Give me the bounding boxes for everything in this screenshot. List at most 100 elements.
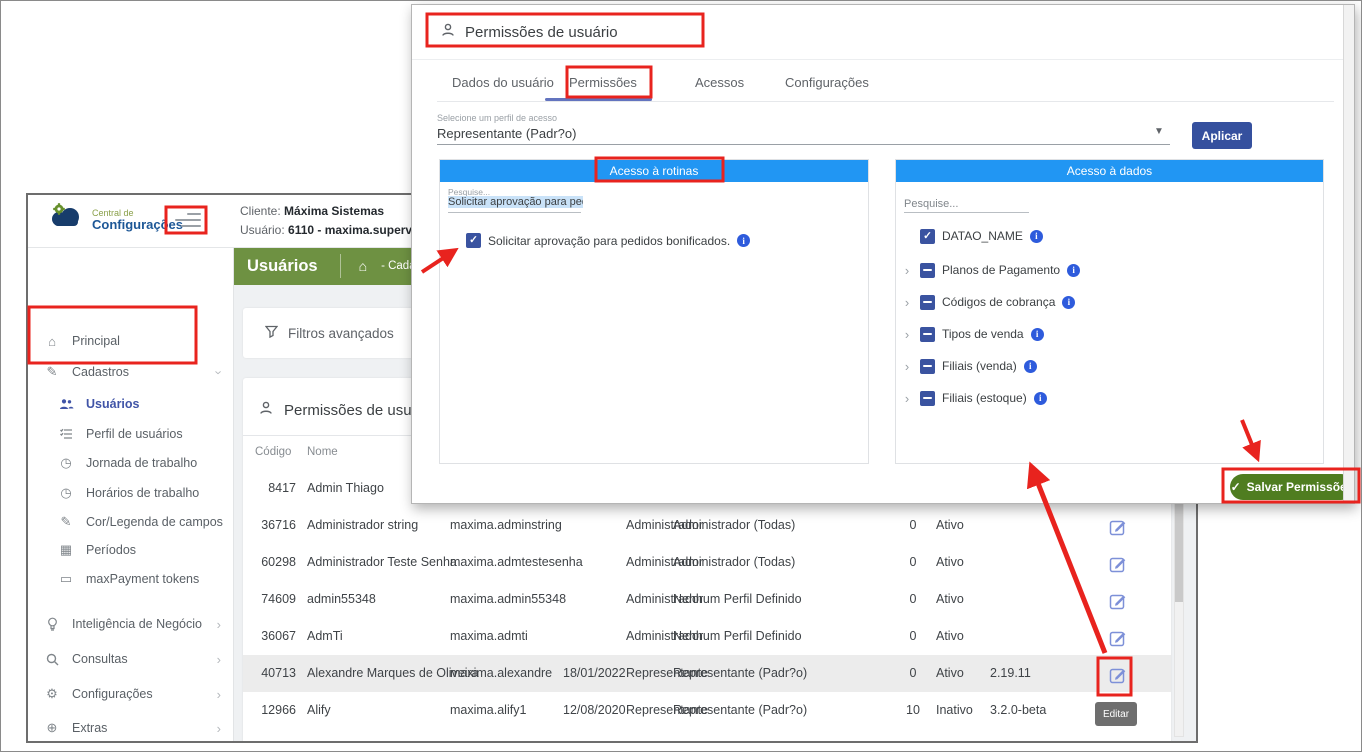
sidebar-item-inteligencia-de-negocio[interactable]: Inteligência de Negócio ›: [28, 611, 233, 637]
column-header-nome: Nome: [307, 446, 338, 458]
info-icon[interactable]: i: [1034, 392, 1047, 405]
sidebar-item-maxpayment-tokens[interactable]: ▭ maxPayment tokens: [28, 566, 233, 592]
logo-line1: Central de: [92, 208, 183, 218]
sidebar-item-cadastros[interactable]: ✎ Cadastros ›: [28, 359, 233, 385]
chevron-right-icon[interactable]: ›: [901, 263, 913, 278]
profile-select[interactable]: Representante (Padr?o): [437, 126, 576, 141]
sidebar-item-perfil-de-usuarios[interactable]: Perfil de usuários: [28, 421, 233, 447]
tab-dados-do-usuario[interactable]: Dados do usuário: [452, 75, 554, 99]
chevron-right-icon: ›: [217, 652, 221, 667]
info-icon[interactable]: i: [1031, 328, 1044, 341]
edit-row-button[interactable]: [1109, 518, 1127, 536]
person-icon: [258, 400, 274, 420]
tab-acessos[interactable]: Acessos: [695, 75, 744, 99]
tree-item-codigos-de-cobranca: › Códigos de cobrança i: [896, 294, 1075, 310]
apply-button[interactable]: Aplicar: [1192, 122, 1252, 149]
sidebar-item-periodos[interactable]: ▦ Períodos: [28, 537, 233, 563]
tree-item-filiais-venda: › Filiais (venda) i: [896, 358, 1037, 374]
card-title: Permissões de usuári: [284, 402, 428, 419]
chevron-right-icon: ›: [217, 721, 221, 736]
checkbox-indeterminate[interactable]: [920, 263, 935, 278]
info-icon[interactable]: i: [1062, 296, 1075, 309]
app-logo: Central de Configurações: [46, 202, 183, 237]
column-header-codigo: Código: [255, 446, 291, 458]
list-icon: [58, 428, 74, 440]
edit-icon: ✎: [44, 364, 60, 380]
card-title-row: Permissões de usuári: [258, 400, 428, 420]
checkbox-checked[interactable]: ✓: [466, 233, 481, 248]
chevron-right-icon[interactable]: ›: [901, 391, 913, 406]
client-label: Cliente:: [240, 204, 281, 218]
active-tab-indicator: [545, 98, 652, 101]
data-search-input[interactable]: Pesquise...: [904, 198, 958, 210]
data-panel-header: Acesso à dados: [896, 160, 1323, 182]
edit-row-button[interactable]: [1109, 555, 1127, 573]
sidebar: ⌂ Principal ✎ Cadastros › Usuários Perfi…: [28, 247, 234, 741]
screenshot-canvas: Central de Configurações Cliente: Máxima…: [0, 0, 1362, 752]
client-value: Máxima Sistemas: [284, 204, 384, 218]
table-row[interactable]: 60298 Administrador Teste Senha maxima.a…: [243, 544, 1171, 582]
chevron-right-icon[interactable]: ›: [901, 295, 913, 310]
info-icon[interactable]: i: [737, 234, 750, 247]
user-label: Usuário:: [240, 223, 285, 237]
home-icon[interactable]: ⌂: [359, 258, 367, 274]
plus-circle-icon: ⊕: [44, 720, 60, 736]
hamburger-menu-icon[interactable]: [175, 213, 201, 227]
chevron-right-icon[interactable]: ›: [901, 327, 913, 342]
routines-access-panel: Acesso à rotinas Pesquise... Solicitar a…: [439, 159, 869, 464]
checkbox-indeterminate[interactable]: [920, 295, 935, 310]
checkbox-indeterminate[interactable]: [920, 359, 935, 374]
user-permissions-modal: Permissões de usuário Dados do usuário P…: [411, 4, 1355, 504]
tab-configuracoes[interactable]: Configurações: [785, 75, 869, 99]
sidebar-item-configuracoes[interactable]: ⚙ Configurações ›: [28, 681, 233, 707]
sidebar-item-consultas[interactable]: Consultas ›: [28, 646, 233, 672]
tab-permissoes[interactable]: Permissões: [569, 75, 637, 99]
info-icon[interactable]: i: [1024, 360, 1037, 373]
filter-funnel-icon: [265, 325, 278, 341]
dropdown-caret-icon[interactable]: ▼: [1154, 126, 1164, 137]
table-row[interactable]: 36716 Administrador string maxima.admins…: [243, 507, 1171, 545]
sidebar-item-cor-legenda[interactable]: ✎ Cor/Legenda de campos: [28, 509, 233, 535]
profile-select-label: Selecione um perfil de acesso: [437, 113, 557, 123]
chevron-right-icon[interactable]: ›: [901, 359, 913, 374]
table-row[interactable]: 36067 AdmTi maxima.admti Administrador N…: [243, 618, 1171, 656]
table-row-selected[interactable]: 40713 Alexandre Marques de Oliveira maxi…: [243, 655, 1171, 693]
table-row[interactable]: 12966 Alify maxima.alify1 12/08/2020 Rep…: [243, 692, 1171, 730]
info-icon[interactable]: i: [1067, 264, 1080, 277]
clock-icon: ◷: [58, 485, 74, 501]
cloud-logo-icon: [46, 202, 86, 237]
sidebar-item-jornada-de-trabalho[interactable]: ◷ Jornada de trabalho: [28, 450, 233, 476]
table-row[interactable]: 74609 admin55348 maxima.admin55348 Admin…: [243, 581, 1171, 619]
checkbox-indeterminate[interactable]: [920, 327, 935, 342]
tree-item-filiais-estoque: › Filiais (estoque) i: [896, 390, 1047, 406]
clock-icon: ◷: [58, 455, 74, 471]
check-icon: ✓: [1231, 480, 1241, 494]
checkbox-checked[interactable]: ✓: [920, 229, 935, 244]
chevron-right-icon: ›: [217, 617, 221, 632]
sidebar-item-horarios-de-trabalho[interactable]: ◷ Horários de trabalho: [28, 480, 233, 506]
routines-search-input[interactable]: Solicitar aprovação para pedido: [448, 196, 583, 208]
home-icon: ⌂: [44, 334, 60, 349]
sidebar-item-principal[interactable]: ⌂ Principal: [28, 328, 233, 354]
session-info: Cliente: Máxima Sistemas Usuário: 6110 -…: [240, 202, 412, 240]
edit-tooltip: Editar: [1095, 702, 1137, 726]
sidebar-item-usuarios[interactable]: Usuários: [28, 391, 233, 417]
checkbox-indeterminate[interactable]: [920, 391, 935, 406]
chevron-right-icon: ›: [217, 687, 221, 702]
tree-item-planos-de-pagamento: › Planos de Pagamento i: [896, 262, 1080, 278]
advanced-filters-label: Filtros avançados: [288, 326, 394, 341]
edit-row-button[interactable]: [1109, 629, 1127, 647]
routine-permission-item: ✓ Solicitar aprovação para pedidos bonif…: [466, 233, 750, 248]
table-row-partial: [243, 729, 1171, 743]
pencil-icon: ✎: [58, 514, 74, 530]
edit-row-button[interactable]: [1109, 666, 1127, 684]
modal-title-row: Permissões de usuário: [440, 22, 618, 42]
page-title: Usuários: [247, 257, 318, 276]
save-permissions-button[interactable]: ✓ Salvar Permissões: [1230, 474, 1354, 500]
edit-row-button[interactable]: [1109, 592, 1127, 610]
info-icon[interactable]: i: [1030, 230, 1043, 243]
modal-scrollbar[interactable]: [1343, 5, 1354, 503]
user-value: 6110 - maxima.supervisorauto: [288, 223, 412, 237]
routines-panel-header: Acesso à rotinas: [440, 160, 868, 182]
sidebar-item-extras[interactable]: ⊕ Extras ›: [28, 715, 233, 741]
